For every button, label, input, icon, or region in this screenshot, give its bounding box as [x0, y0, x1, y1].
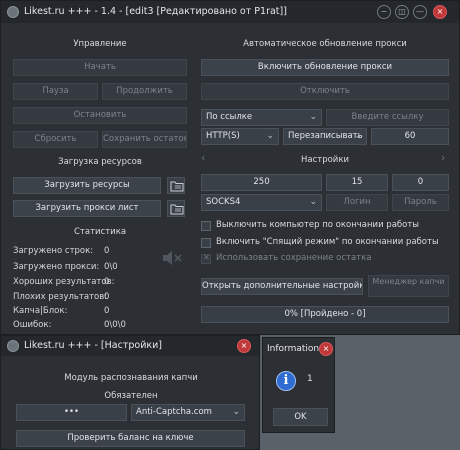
enable-proxy-update-button[interactable]: Включить обновление прокси: [201, 59, 449, 76]
service-select[interactable]: Anti-Captcha.com ⌄: [131, 404, 245, 421]
management-title: Управление: [73, 39, 127, 49]
mode-select[interactable]: Перезаписывать ⌄: [283, 128, 367, 145]
api-key-input[interactable]: •••: [16, 404, 127, 421]
minimize-button[interactable]: —: [413, 5, 427, 19]
check-balance-button[interactable]: Проверить баланс на ключе: [16, 430, 245, 447]
stat-label: Плохих результатов:: [13, 292, 108, 302]
open-more-settings-button[interactable]: Открыть дополнительные настройки: [201, 278, 363, 295]
close-button[interactable]: ×: [433, 5, 447, 19]
save-rest-label: Использовать сохранение остатка: [216, 253, 372, 263]
main-window: Likest.ru +++ - 1.4 - [edit3 [Редактиров…: [0, 0, 460, 335]
information-dialog: Information × i 1 OK: [262, 337, 335, 433]
stop-button[interactable]: Остановить: [13, 107, 187, 124]
info-message: 1: [307, 374, 313, 384]
password-input[interactable]: Пароль: [392, 194, 449, 211]
chevron-down-icon: ⌄: [309, 112, 317, 122]
tray-icon[interactable]: ◫: [395, 5, 409, 19]
socks-select[interactable]: SOCKS4 ⌄: [201, 194, 322, 211]
stat-label: Ошибок:: [13, 320, 52, 330]
shutdown-checkbox[interactable]: [201, 221, 211, 231]
app-icon: [7, 6, 19, 18]
disable-proxy-update-button[interactable]: Отключить: [201, 83, 449, 100]
stats-title: Статистика: [73, 227, 127, 237]
sleep-label: Включить "Спящий режим" по окончании раб…: [216, 237, 439, 247]
settings-titlebar[interactable]: Likest.ru +++ - [Настройки] ×: [1, 336, 259, 356]
interval-input[interactable]: 60: [371, 128, 449, 145]
chevron-down-icon: ⌄: [232, 407, 240, 417]
settings-window-title: Likest.ru +++ - [Настройки]: [24, 340, 162, 351]
source-select[interactable]: По ссылке ⌄: [201, 109, 322, 126]
menu-icon[interactable]: −: [377, 5, 391, 19]
stat-value: 0: [104, 277, 110, 287]
threads-input[interactable]: 250: [201, 174, 322, 191]
stat-value: 0: [104, 292, 110, 302]
stat-label: Загружено строк:: [13, 246, 94, 256]
stat-label: Хороших результатов:: [13, 277, 115, 287]
pause-button[interactable]: Пауза: [13, 83, 98, 100]
shutdown-label: Выключить компьютер по окончании работы: [216, 220, 420, 230]
mute-icon[interactable]: [161, 250, 183, 268]
window-title: Likest.ru +++ - 1.4 - [edit3 [Редактиров…: [24, 6, 287, 17]
save-rest-checkbox[interactable]: ✕: [201, 253, 211, 264]
reset-button[interactable]: Сбросить: [13, 131, 98, 148]
cross-icon: ✕: [203, 253, 210, 262]
stat-label: Капча|Блок:: [13, 306, 68, 316]
resources-title: Загрузка ресурсов: [58, 157, 142, 167]
progress-bar: 0% [Пройдено - 0]: [201, 306, 449, 323]
service-select-value: Anti-Captcha.com: [136, 407, 212, 417]
stat-label: Загружено прокси:: [13, 262, 100, 272]
app-icon: [7, 340, 19, 352]
captcha-module-title: Модуль распознавания капчи: [64, 373, 198, 383]
info-icon: i: [276, 371, 296, 391]
source-select-value: По ссылке: [206, 112, 253, 122]
chevron-down-icon: ⌄: [354, 131, 362, 141]
chevron-down-icon: ⌄: [309, 197, 317, 207]
sleep-checkbox[interactable]: [201, 238, 211, 248]
proxy-update-title: Автоматическое обновление прокси: [243, 39, 407, 49]
settings-window: Likest.ru +++ - [Настройки] × Модуль рас…: [0, 335, 260, 450]
protocol-select-value: HTTP(S): [206, 131, 240, 141]
stat-value: 0: [104, 246, 110, 256]
close-button[interactable]: ×: [319, 342, 333, 356]
mode-select-value: Перезаписывать: [288, 131, 363, 141]
stat-value: 0\0\0: [104, 320, 126, 330]
close-button[interactable]: ×: [237, 339, 251, 353]
folder-icon[interactable]: [167, 200, 185, 217]
resume-button[interactable]: Продолжить: [102, 83, 187, 100]
start-button[interactable]: Начать: [13, 59, 187, 76]
information-title: Information: [267, 344, 320, 354]
retries-input[interactable]: 0: [392, 174, 449, 191]
main-titlebar[interactable]: Likest.ru +++ - 1.4 - [edit3 [Редактиров…: [1, 1, 459, 23]
link-input[interactable]: Введите ссылку: [326, 109, 449, 126]
captcha-manager-button[interactable]: Менеджер капчи: [368, 275, 449, 297]
load-resources-button[interactable]: Загрузить ресурсы: [13, 177, 161, 194]
folder-icon[interactable]: [167, 177, 185, 194]
socks-select-value: SOCKS4: [206, 197, 241, 207]
timeout-input[interactable]: 15: [326, 174, 388, 191]
save-rest-button[interactable]: Сохранить остаток: [102, 131, 187, 148]
chevron-right-icon[interactable]: ›: [441, 151, 445, 164]
chevron-down-icon: ⌄: [266, 131, 274, 141]
protocol-select[interactable]: HTTP(S) ⌄: [201, 128, 279, 145]
settings-title: Настройки: [300, 155, 349, 165]
login-input[interactable]: Логин: [326, 194, 388, 211]
stat-value: 0\0: [104, 262, 118, 272]
ok-button[interactable]: OK: [273, 408, 328, 426]
required-label: Обязателен: [104, 391, 158, 401]
load-proxy-button[interactable]: Загрузить прокси лист: [13, 200, 161, 217]
stat-value: 0: [104, 306, 110, 316]
